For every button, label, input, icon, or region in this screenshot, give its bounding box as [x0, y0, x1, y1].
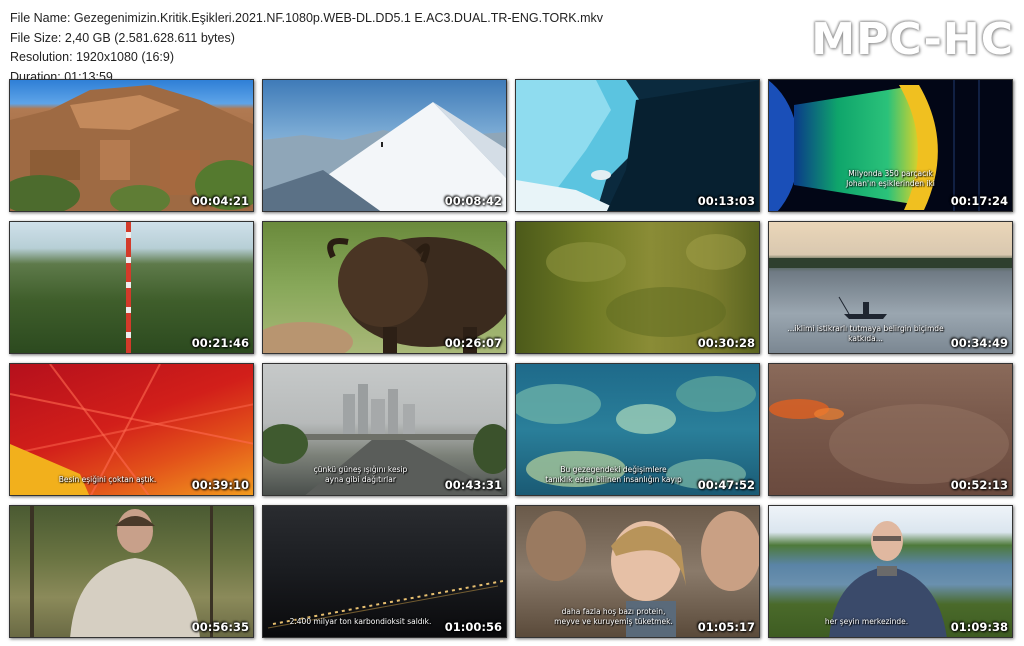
thumbnail-subtitle: ...iklimi istikrarlı tutmaya belirgin bi…	[787, 324, 944, 343]
thumbnail-grid: 00:04:21 00:08:42 00:13:03 Milyonda 350 …	[9, 79, 1013, 638]
thumbnail-subtitle: 2.400 milyar ton karbondioksit saldık.	[289, 617, 432, 626]
thumbnail-timestamp: 01:05:17	[697, 620, 755, 634]
thumbnail-timestamp: 00:17:24	[950, 194, 1008, 208]
thumbnail-timestamp: 00:08:42	[444, 194, 502, 208]
file-name: File Name: Gezegenimizin.Kritik.Eşikleri…	[10, 11, 603, 25]
bison-image	[263, 237, 506, 353]
thumbnail-man-lake[interactable]: her şeyin merkezinde. 01:09:38	[768, 505, 1013, 638]
kasbah-image	[10, 85, 253, 211]
thumbnail-timestamp: 01:09:38	[950, 620, 1008, 634]
resolution: Resolution: 1920x1080 (16:9)	[10, 50, 175, 64]
thumbnail-timestamp: 00:43:31	[444, 478, 502, 492]
thumbnail-timestamp: 00:56:35	[191, 620, 249, 634]
thumbnail-forest-tower[interactable]: 00:21:46	[9, 221, 254, 354]
thumbnail-bison[interactable]: 00:26:07	[262, 221, 507, 354]
thumbnail-planet-graphic[interactable]: Milyonda 350 parçacık Johan'ın eşiklerin…	[768, 79, 1013, 212]
mpc-hc-logo: MPC-HC	[811, 14, 1014, 65]
thumbnail-timestamp: 00:39:10	[191, 478, 249, 492]
planet-graphic-image	[769, 80, 980, 211]
thumbnail-timestamp: 00:21:46	[191, 336, 249, 350]
thumbnail-timestamp: 00:26:07	[444, 336, 502, 350]
thumbnail-timestamp: 00:13:03	[697, 194, 755, 208]
forest-tower-image	[126, 222, 131, 353]
thumbnail-people-eating[interactable]: daha fazla hoş bazı protein, meyve ve ku…	[515, 505, 760, 638]
thumbnail-snow-peak[interactable]: 00:08:42	[262, 79, 507, 212]
thumbnail-subtitle: Bu gezegendeki değişimlere tanıklık eden…	[545, 465, 682, 484]
thumbnail-subtitle: Milyonda 350 parçacık Johan'ın eşiklerin…	[846, 169, 935, 188]
thumbnail-subtitle: Besin eşiğini çoktan aştık.	[58, 475, 157, 484]
thumbnail-smoke-fire[interactable]: 00:52:13	[768, 363, 1013, 496]
thumbnail-subtitle: her şeyin merkezinde.	[824, 617, 909, 626]
thumbnail-smoggy-city[interactable]: çünkü güneş ışığını kesip ayna gibi dağı…	[262, 363, 507, 496]
thumbnail-lake-boat[interactable]: ...iklimi istikrarlı tutmaya belirgin bi…	[768, 221, 1013, 354]
file-info: File Name: Gezegenimizin.Kritik.Eşikleri…	[10, 9, 603, 87]
thumbnail-red-graphic[interactable]: Besin eşiğini çoktan aştık. 00:39:10	[9, 363, 254, 496]
woman-forest-image	[30, 506, 213, 637]
thumbnail-kasbah[interactable]: 00:04:21	[9, 79, 254, 212]
thumbnail-subtitle: daha fazla hoş bazı protein, meyve ve ku…	[554, 607, 673, 626]
thumbnail-subtitle: çünkü güneş ışığını kesip ayna gibi dağı…	[313, 465, 408, 484]
thumbnail-timestamp: 00:30:28	[697, 336, 755, 350]
thumbnail-timestamp: 00:52:13	[950, 478, 1008, 492]
thumbnail-timestamp: 00:47:52	[697, 478, 755, 492]
thumbnail-coral-reef[interactable]: Bu gezegendeki değişimlere tanıklık eden…	[515, 363, 760, 496]
thumbnail-blurred-leaves[interactable]: 00:30:28	[515, 221, 760, 354]
file-size: File Size: 2,40 GB (2.581.628.611 bytes)	[10, 30, 235, 45]
sea-ice-image	[516, 80, 759, 211]
thumbnail-woman-forest[interactable]: 00:56:35	[9, 505, 254, 638]
thumbnail-timestamp: 00:04:21	[191, 194, 249, 208]
thumbnail-timestamp: 01:00:56	[444, 620, 502, 634]
thumbnail-night-lights[interactable]: 2.400 milyar ton karbondioksit saldık. 0…	[262, 505, 507, 638]
thumbnail-sea-ice[interactable]: 00:13:03	[515, 79, 760, 212]
snow-peak-image	[263, 102, 506, 211]
thumbnail-timestamp: 00:34:49	[950, 336, 1008, 350]
blurred-leaves-image	[546, 234, 746, 337]
smoke-fire-image	[769, 399, 1009, 484]
